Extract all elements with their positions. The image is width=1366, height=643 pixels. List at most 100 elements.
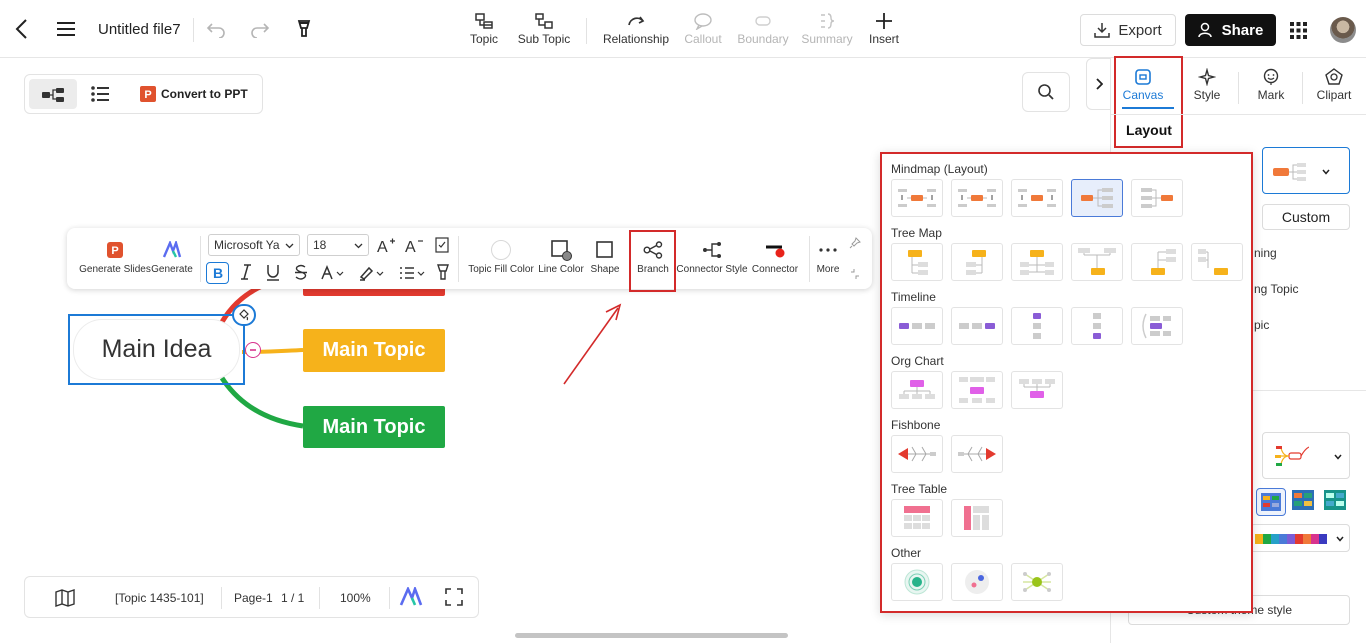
layout-option-fishbone-1[interactable] — [891, 435, 943, 473]
map-icon[interactable] — [55, 589, 75, 607]
tab-canvas-label: Canvas — [1122, 88, 1164, 102]
main-idea-topic[interactable]: Main Idea — [74, 320, 239, 379]
minus-icon — [249, 346, 257, 354]
italic-icon[interactable] — [240, 264, 252, 280]
layout-option-tree-map-3[interactable] — [1011, 243, 1063, 281]
color-scheme-option[interactable] — [1256, 488, 1286, 516]
ppt-icon: P — [106, 236, 124, 264]
layout-option-tree-map-2[interactable] — [951, 243, 1003, 281]
layout-option-tree-map-4[interactable] — [1071, 243, 1123, 281]
layout-option-mindmap-3[interactable] — [1011, 179, 1063, 217]
color-scheme-option[interactable] — [1292, 490, 1314, 510]
tab-style[interactable]: Style — [1190, 66, 1224, 102]
layout-option-mindmap-5[interactable] — [1131, 179, 1183, 217]
ai-logo-icon[interactable] — [399, 587, 423, 607]
more-button[interactable]: More — [813, 236, 843, 275]
layout-option-timeline-5[interactable] — [1131, 307, 1183, 345]
layout-dropdown: Mindmap (Layout) Tree Map Timeline Org C… — [880, 152, 1253, 613]
collapse-panel-button[interactable] — [1086, 58, 1112, 110]
clear-format-icon[interactable] — [434, 237, 450, 253]
branch-label: Branch — [637, 264, 669, 275]
theme-select[interactable] — [1262, 432, 1350, 479]
chevron-down-icon — [285, 241, 294, 250]
main-idea-selection[interactable]: Main Idea — [68, 314, 245, 385]
ai-generate-button[interactable]: Generate — [151, 236, 193, 275]
layout-option-timeline-3[interactable] — [1011, 307, 1063, 345]
layout-heading: Layout — [1126, 122, 1172, 138]
fullscreen-icon[interactable] — [445, 588, 463, 606]
main-topic-yellow[interactable]: Main Topic — [303, 329, 445, 372]
layout-option-org-chart-3[interactable] — [1011, 371, 1063, 409]
layout-option-other-3[interactable] — [1011, 563, 1063, 601]
layout-option-fishbone-2[interactable] — [951, 435, 1003, 473]
layout-option-tree-table-1[interactable] — [891, 499, 943, 537]
layout-select[interactable] — [1262, 147, 1350, 194]
increase-font-icon[interactable]: A — [376, 236, 396, 254]
bold-button[interactable]: B — [206, 262, 229, 284]
font-family-select[interactable]: Microsoft Ya — [208, 234, 300, 256]
layout-option-org-chart-1[interactable] — [891, 371, 943, 409]
decrease-font-icon[interactable]: A — [404, 236, 424, 254]
svg-text:A: A — [377, 239, 388, 254]
layout-option-other-1[interactable] — [891, 563, 943, 601]
list-format-icon[interactable] — [399, 265, 425, 281]
collapse-toggle[interactable] — [245, 342, 261, 358]
line-color-button[interactable]: Line Color — [536, 236, 586, 275]
page-name[interactable]: Page-1 — [234, 591, 273, 605]
connector-style-button[interactable]: Connector Style — [675, 236, 749, 275]
shape-button[interactable]: Shape — [589, 236, 621, 275]
tab-clipart[interactable]: Clipart — [1313, 66, 1355, 102]
connector-style-icon — [702, 236, 722, 264]
layout-option-tree-map-6[interactable] — [1191, 243, 1243, 281]
topic-count: [Topic 1435-101] — [115, 591, 204, 605]
layout-option-tree-map-5[interactable] — [1131, 243, 1183, 281]
custom-button[interactable]: Custom — [1262, 204, 1350, 230]
layout-option-mindmap-4[interactable] — [1071, 179, 1123, 217]
layout-option-timeline-1[interactable] — [891, 307, 943, 345]
section-title-mindmap: Mindmap (Layout) — [891, 162, 988, 176]
format-painter-icon[interactable] — [436, 264, 450, 281]
divider — [458, 236, 459, 282]
tab-mark[interactable]: Mark — [1254, 66, 1288, 102]
panel-option-text: ng Topic — [1254, 282, 1299, 296]
generate-label: Generate — [151, 264, 193, 275]
horizontal-scrollbar[interactable] — [515, 633, 788, 638]
annotation-arrow — [563, 307, 619, 385]
divider — [1110, 114, 1366, 115]
layout-option-org-chart-2[interactable] — [951, 371, 1003, 409]
color-scheme-option[interactable] — [1324, 490, 1346, 510]
layout-option-mindmap-1[interactable] — [891, 179, 943, 217]
layout-option-other-2[interactable] — [951, 563, 1003, 601]
pin-icon[interactable] — [849, 237, 861, 249]
ai-logo-icon — [162, 236, 182, 264]
chevron-down-icon — [1335, 534, 1345, 544]
color-palette-select[interactable] — [1250, 524, 1350, 552]
highlight-icon[interactable] — [359, 265, 385, 281]
layout-option-tree-table-2[interactable] — [951, 499, 1003, 537]
layout-option-tree-map-1[interactable] — [891, 243, 943, 281]
floating-toolbar: P Generate Slides Generate Microsoft Ya … — [67, 228, 872, 292]
chevron-down-icon — [1321, 167, 1331, 177]
topic-fill-color-button[interactable]: Topic Fill Color — [467, 236, 535, 275]
section-title-timeline: Timeline — [891, 290, 936, 304]
divider — [319, 587, 320, 609]
font-size-select[interactable]: 18 — [307, 234, 369, 256]
main-topic-green[interactable]: Main Topic — [303, 406, 445, 448]
layout-option-timeline-2[interactable] — [951, 307, 1003, 345]
chevron-down-icon — [1333, 452, 1343, 462]
connector-button[interactable]: Connector — [750, 236, 800, 275]
layout-option-mindmap-2[interactable] — [951, 179, 1003, 217]
svg-text:B: B — [213, 266, 223, 280]
quick-style-handle[interactable] — [232, 304, 256, 326]
layout-option-timeline-4[interactable] — [1071, 307, 1123, 345]
underline-icon[interactable] — [266, 264, 280, 281]
collapse-corner-icon[interactable] — [849, 268, 861, 280]
strikethrough-icon[interactable] — [294, 264, 308, 281]
tab-canvas[interactable]: Canvas — [1119, 66, 1167, 102]
zoom-level[interactable]: 100% — [340, 591, 371, 605]
generate-slides-label: Generate Slides — [79, 264, 151, 275]
branch-button[interactable]: Branch — [635, 236, 671, 275]
divider — [1238, 72, 1239, 104]
generate-slides-button[interactable]: P Generate Slides — [74, 236, 156, 275]
font-color-icon[interactable] — [321, 265, 345, 281]
